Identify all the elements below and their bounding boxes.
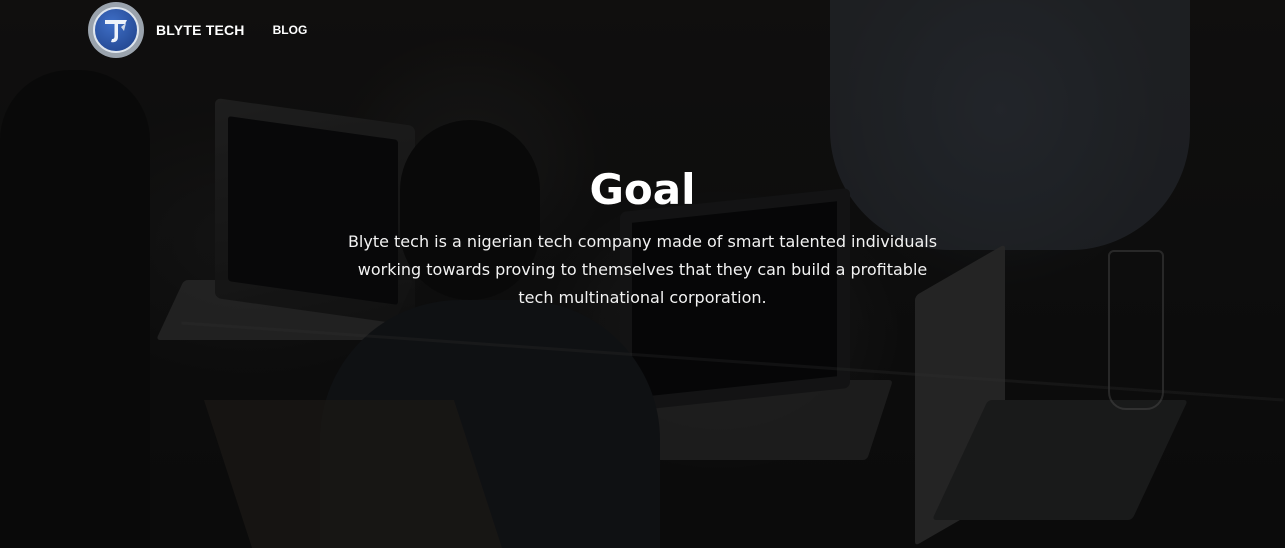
hero-content: Goal Blyte tech is a nigerian tech compa… (0, 162, 1285, 312)
blyte-tech-logo-icon (93, 7, 139, 53)
hero-section: BLYTE TECH BLOG Goal Blyte tech is a nig… (0, 0, 1285, 548)
nav-link-blog[interactable]: BLOG (273, 23, 308, 37)
top-navbar: BLYTE TECH BLOG (88, 2, 307, 58)
logo-link[interactable] (88, 2, 144, 58)
hero-description: Blyte tech is a nigerian tech company ma… (347, 232, 938, 307)
hero-title: Goal (589, 165, 696, 214)
brand-link[interactable]: BLYTE TECH (156, 22, 245, 38)
